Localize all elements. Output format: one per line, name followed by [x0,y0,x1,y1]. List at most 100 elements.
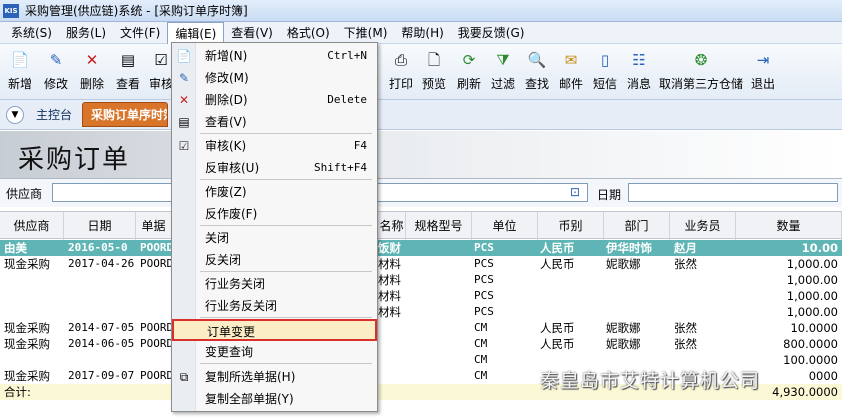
toolbar-edit-button[interactable]: ✎ 修改 [38,44,74,98]
toolbar-mail-button[interactable]: ✉ 邮件 [554,44,588,98]
cell-currency [540,304,600,320]
cell-date [68,304,136,320]
cell-clerk: 张然 [674,321,697,335]
table-row[interactable]: 现金采购 2017-04-26 POORD 材料 PCS 人民币 妮歌娜 张然 1,000.00 [0,256,842,272]
edit-menu-item[interactable]: 关闭 [172,227,377,249]
toolbar-preview-button[interactable]: 🗋 预览 [416,44,452,98]
menu-system[interactable]: 系统(S) [4,22,59,43]
toolbar-find-button[interactable]: 🔍 查找 [520,44,554,98]
cell-supplier: 由美 [4,241,27,255]
edit-menu-item[interactable]: 作废(Z) [172,181,377,203]
toolbar-filter-button[interactable]: ⧩ 过滤 [486,44,520,98]
tab-home[interactable]: 主控台 [32,104,76,125]
edit-menu-item[interactable]: ✕ 删除(D) Delete [172,89,377,111]
col-currency[interactable]: 币别 [538,212,604,240]
edit-menu-item[interactable]: ⧉ 复制所选单据(H) [172,366,377,388]
menu-bar: 系统(S) 服务(L) 文件(F) 编辑(E) 查看(V) 格式(O) 下推(M… [0,21,842,44]
cell-clerk: 张然 [674,337,697,351]
col-unit[interactable]: 单位 [472,212,538,240]
menu-push-down[interactable]: 下推(M) [337,22,395,43]
edit-menu-item[interactable]: 反关闭 [172,249,377,271]
menu-format[interactable]: 格式(O) [280,22,337,43]
edit-menu-item-label: 行业务关闭 [205,277,266,291]
menu-file[interactable]: 文件(F) [113,22,167,43]
edit-menu-item[interactable]: 📄 新增(N) Ctrl+N [172,45,377,67]
edit-icon: ✎ [49,51,63,69]
col-qty[interactable]: 数量 [736,212,842,240]
cell-name: 材料 [378,305,401,319]
col-date[interactable]: 日期 [64,212,136,240]
toolbar-cancel-warehouse-button[interactable]: ❂ 取消第三方仓储 [656,44,746,98]
edit-menu-item[interactable]: 反作废(F) [172,203,377,225]
menu-help[interactable]: 帮助(H) [394,22,450,43]
col-supplier[interactable]: 供应商 [0,212,64,240]
table-row[interactable]: 由美 2016-05-0 POORD 饭财 PCS 人民币 伊华时饰 赵月 10.00 [0,240,842,256]
cell-bill: POORD [140,369,174,382]
edit-menu-item[interactable]: 反审核(U) Shift+F4 [172,157,377,179]
edit-menu-item[interactable]: 行业务关闭 [172,273,377,295]
edit-menu-item[interactable]: 变更查询 [172,341,377,363]
cell-dept: 妮歌娜 [606,257,641,271]
toolbar-print-button[interactable]: ⎙ 打印 [386,44,416,98]
toolbar-view-label: 查看 [115,77,140,91]
toolbar-refresh-label: 刷新 [456,77,481,91]
menu-service[interactable]: 服务(L) [59,22,113,43]
menu-view[interactable]: 查看(V) [224,22,280,43]
col-bill[interactable]: 单据 [136,212,172,240]
menu-edit[interactable]: 编辑(E) [167,21,225,44]
toolbar-sms-label: 短信 [592,77,617,91]
cell-unit: CM [474,369,488,382]
edit-menu-item-shortcut: F4 [353,139,367,152]
toolbar-message-button[interactable]: ☷ 消息 [622,44,656,98]
edit-menu-item[interactable]: 订单变更 [172,319,377,341]
page-title: 采购订单 [18,145,131,175]
cell-clerk [674,288,734,304]
col-spec[interactable]: 规格型号 [406,212,472,240]
toolbar-exit-button[interactable]: ⇥ 退出 [746,44,780,98]
cell-name: 材料 [378,273,401,287]
tab-purchase-order-list[interactable]: 采购订单序时簿 [82,102,169,127]
edit-menu-item[interactable]: 行业务反关闭 [172,295,377,317]
edit-menu-item[interactable]: 复制全部单据(Y) [172,388,377,410]
cell-name [378,336,406,352]
window-title: 采购管理(供应链)系统 - [采购订单序时簿] [25,4,248,18]
table-row[interactable]: 现金采购 2014-07-05 POORD CM 人民币 妮歌娜 张然 10.0000 [0,320,842,336]
cell-supplier [4,288,64,304]
toolbar-sms-button[interactable]: ▯ 短信 [588,44,622,98]
edit-menu-item[interactable]: ☑ 审核(K) F4 [172,135,377,157]
edit-menu-item-label: 变更查询 [205,345,254,359]
toolbar-find-label: 查找 [524,77,549,91]
cell-supplier [4,352,64,368]
table-row[interactable]: 材料 PCS 1,000.00 [0,304,842,320]
toolbar-new-button[interactable]: 📄 新增 [2,44,38,98]
edit-menu-item-label: 反关闭 [205,253,242,267]
cell-unit: PCS [474,241,494,254]
toolbar-delete-button[interactable]: ✕ 删除 [74,44,110,98]
cell-dept [606,288,666,304]
table-row[interactable]: 现金采购 2014-06-05 POORD CM 人民币 妮歌娜 张然 800.0000 [0,336,842,352]
col-clerk[interactable]: 业务员 [670,212,736,240]
edit-menu-item-label: 订单变更 [207,325,256,339]
lookup-icon[interactable]: ⊡ [570,185,585,200]
table-row[interactable]: 材料 PCS 1,000.00 [0,272,842,288]
toolbar: 📄 新增 ✎ 修改 ✕ 删除 ▤ 查看 ☑ 审核 ⎙ 打印 🗋 预览 ⟳ 刷新 ⧩ 过滤 🔍 查找 … [0,44,842,100]
cell-clerk: 张然 [674,257,697,271]
table-row[interactable]: 材料 PCS 1,000.00 [0,288,842,304]
toolbar-refresh-button[interactable]: ⟳ 刷新 [452,44,486,98]
copy-icon: ⧉ [179,370,189,384]
cell-bill [140,272,174,288]
menu-feedback[interactable]: 我要反馈(G) [451,22,532,43]
refresh-icon: ⟳ [462,51,476,69]
col-dept[interactable]: 部门 [604,212,670,240]
cell-supplier [4,304,64,320]
chevron-down-icon[interactable]: ▼ [6,105,24,124]
edit-menu-item[interactable]: ▤ 查看(V) [172,111,377,133]
cell-dept: 伊华时饰 [606,241,652,255]
toolbar-view-button[interactable]: ▤ 查看 [110,44,146,98]
col-name[interactable]: 名称 [378,212,406,240]
watermark: 秦皇岛市艾特计算机公司 [540,370,761,392]
date-input[interactable] [628,183,838,202]
edit-menu-item[interactable]: ✎ 修改(M) [172,67,377,89]
view-icon: ▤ [120,51,136,69]
grid-header: 供应商 日期 单据 名称 规格型号 单位 币别 部门 业务员 数量 [0,211,842,240]
